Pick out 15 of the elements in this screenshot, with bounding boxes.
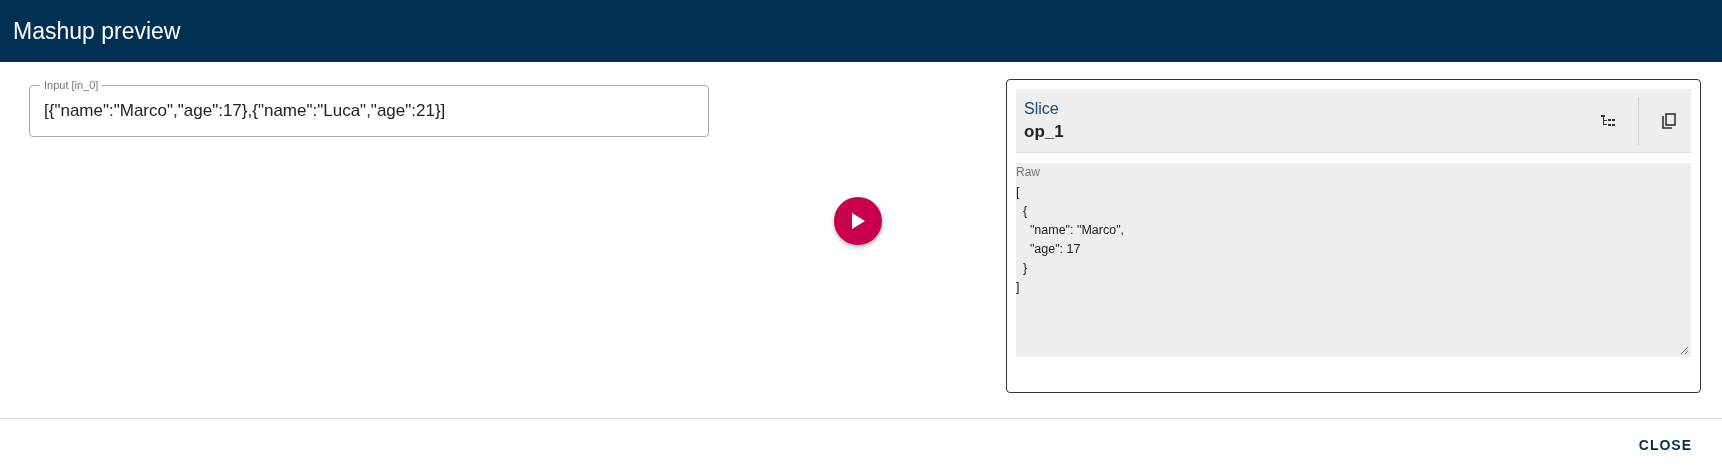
operator-name: op_1: [1024, 121, 1065, 142]
window-title: Mashup preview: [13, 17, 181, 45]
raw-label: Raw: [1016, 165, 1041, 179]
field-value: [{"name":"Marco","age":17},{"name":"Luca","age":21}]: [44, 100, 447, 121]
raw-output-area[interactable]: Raw [ { "name": "Marco", "age": 17 } ]: [1016, 163, 1691, 357]
operator-label: Slice: [1024, 99, 1060, 118]
resize-grip-icon[interactable]: [1680, 346, 1689, 355]
close-button[interactable]: CLOSE: [1628, 428, 1702, 461]
raw-json-text: [ { "name": "Marco", "age": 17 } ]: [1016, 184, 1126, 296]
play-icon: [850, 213, 865, 229]
tree-icon: [1601, 114, 1615, 127]
copy-icon: [1662, 112, 1676, 129]
field-label: Input [in_0]: [43, 79, 100, 91]
play-button[interactable]: [833, 197, 882, 245]
input-field[interactable]: Input [in_0] [{"name":"Marco","age":17},{"name":"Luca","age":21}]: [29, 79, 709, 137]
